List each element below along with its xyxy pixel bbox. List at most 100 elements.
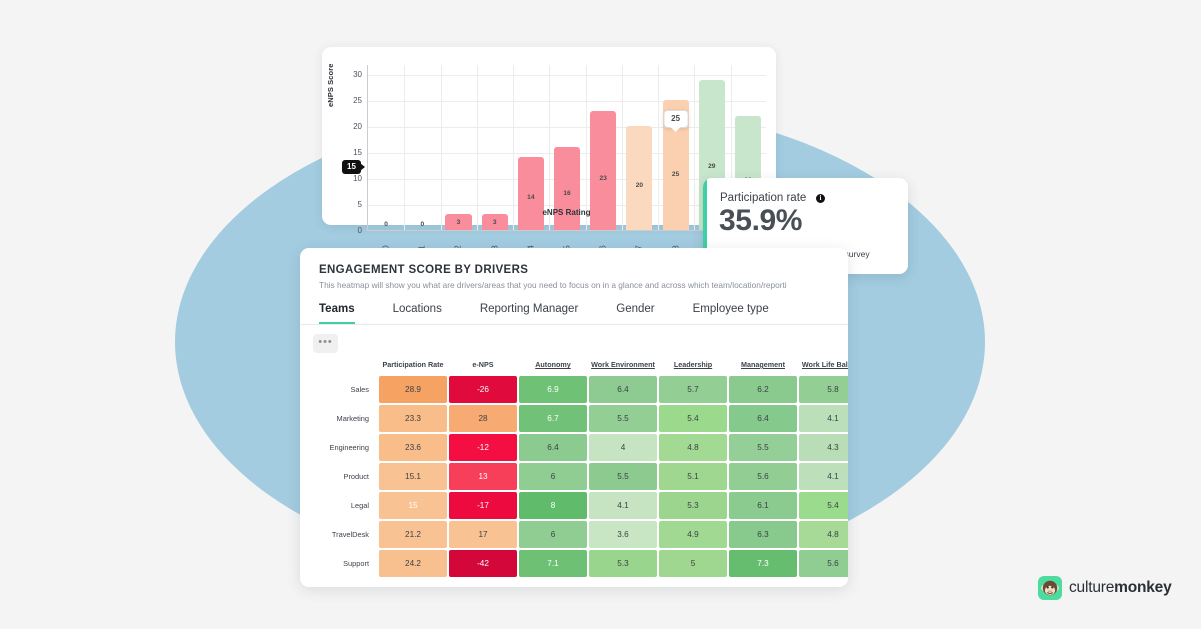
table-row: Legal 15 -17 8 4.1 5.3 6.1 5.4 [315,492,848,519]
heatmap-cell[interactable]: 4.1 [799,463,848,490]
heatmap-cell[interactable]: 5.5 [729,434,797,461]
heatmap-cell[interactable]: 13 [449,463,517,490]
heatmap-cell[interactable]: 4.9 [659,521,727,548]
column-header: Leadership [659,356,727,374]
heatmap-cell[interactable]: 4.8 [659,434,727,461]
heatmap-cell[interactable]: 28 [449,405,517,432]
participation-rate-value: 35.9% [719,204,803,237]
table-row: Support 24.2 -42 7.1 5.3 5 7.3 5.6 [315,550,848,577]
tab-teams[interactable]: Teams [319,303,355,324]
heatmap-cell[interactable]: 5.3 [659,492,727,519]
chart-bar-slot[interactable]: 207 [621,65,657,250]
table-row: Sales 28.9 -26 6.9 6.4 5.7 6.2 5.8 [315,376,848,403]
heatmap-cell[interactable]: 28.9 [379,376,447,403]
chart-bar-value-label: 0 [420,221,425,228]
culturemonkey-logo: culturemonkey [1038,576,1172,600]
heatmap-cell[interactable]: 5.3 [589,550,657,577]
heatmap-cell[interactable]: 24.2 [379,550,447,577]
tab-locations[interactable]: Locations [393,303,442,324]
engagement-heatmap-table: Participation Rate e-NPS Autonomy Work Envi… [313,354,848,579]
heatmap-cell[interactable]: 3.6 [589,521,657,548]
heatmap-cell[interactable]: 6.1 [729,492,797,519]
chart-y-axis-tooltip: 15 [342,160,361,174]
heatmap-cell[interactable]: -42 [449,550,517,577]
heatmap-cell[interactable]: 6.7 [519,405,587,432]
heatmap-cell[interactable]: 23.3 [379,405,447,432]
column-header: Management [729,356,797,374]
chart-y-axis-label: eNPS Score [326,63,335,107]
column-header-label: Participation Rate [382,360,444,369]
heatmap-cell[interactable]: 8 [519,492,587,519]
chart-bar-slot[interactable]: 33 [477,65,513,250]
column-header: Work Environment [589,356,657,374]
heatmap-cell[interactable]: 5.8 [799,376,848,403]
heatmap-cell[interactable]: 4.1 [589,492,657,519]
row-header-label: Product [343,472,369,481]
chart-bar[interactable] [554,147,581,230]
heatmap-cell[interactable]: 5.4 [799,492,848,519]
heatmap-cell[interactable]: -17 [449,492,517,519]
heatmap-description: This heatmap will show you what are driv… [319,280,787,290]
chart-bar-value-label: 14 [527,193,535,201]
heatmap-cell[interactable]: 5.5 [589,463,657,490]
heatmap-cell[interactable]: 21.2 [379,521,447,548]
heatmap-cell[interactable]: 6.9 [519,376,587,403]
heatmap-cell[interactable]: 5.1 [659,463,727,490]
chart-bar-slot[interactable]: 01 [404,65,440,250]
column-header-label: e-NPS [472,360,494,369]
heatmap-cell[interactable]: -12 [449,434,517,461]
heatmap-cell[interactable]: 5 [659,550,727,577]
heatmap-cell[interactable]: 6.4 [589,376,657,403]
column-header-label: Management [741,360,785,369]
row-header-label: Legal [350,501,369,510]
heatmap-cell[interactable]: 4.3 [799,434,848,461]
heatmap-cell[interactable]: 6 [519,463,587,490]
heatmap-cell[interactable]: 6.3 [729,521,797,548]
heatmap-cell[interactable]: 5.5 [589,405,657,432]
heatmap-cell[interactable]: 6.4 [729,405,797,432]
heatmap-cell[interactable]: 7.3 [729,550,797,577]
chart-bar-slot[interactable]: 25825 [658,65,694,250]
heatmap-cell[interactable]: 5.7 [659,376,727,403]
row-header-label: Engineering [329,443,369,452]
tab-reporting-manager[interactable]: Reporting Manager [480,303,578,324]
heatmap-cell[interactable]: 4.8 [799,521,848,548]
heatmap-cell[interactable]: 6.2 [729,376,797,403]
chart-y-tick: 20 [353,122,362,132]
heatmap-cell[interactable]: 5.6 [799,550,848,577]
heatmap-cell[interactable]: 17 [449,521,517,548]
chart-bar-value-label: 0 [384,221,388,228]
logo-wordmark: culturemonkey [1069,579,1172,597]
engagement-score-heatmap-card: ENGAGEMENT SCORE BY DRIVERS This heatmap… [300,248,848,587]
heatmap-cell[interactable]: 4.1 [799,405,848,432]
heatmap-cell[interactable]: 15 [379,492,447,519]
chart-y-tick: 15 [353,148,362,158]
info-icon[interactable]: i [816,194,825,203]
heatmap-cell[interactable]: 4 [589,434,657,461]
heatmap-cell[interactable]: -26 [449,376,517,403]
column-header: e-NPS [449,356,517,374]
chart-bar-value-label: 3 [456,219,461,227]
more-options-button[interactable]: ••• [313,334,338,353]
chart-bar-slot[interactable]: 00 [368,65,404,250]
heatmap-cell[interactable]: 6 [519,521,587,548]
chart-bar-slot[interactable]: 236 [585,65,621,250]
chart-bar-slot[interactable]: 144 [513,65,549,250]
column-header-label: Autonomy [535,360,571,369]
chart-bar-slot[interactable]: 32 [440,65,476,250]
tab-employee-type[interactable]: Employee type [693,303,769,324]
heatmap-cell[interactable]: 6.4 [519,434,587,461]
heatmap-cell[interactable]: 15.1 [379,463,447,490]
tab-gender[interactable]: Gender [616,303,654,324]
table-header-row: Participation Rate e-NPS Autonomy Work Envi… [315,356,848,374]
table-row: Product 15.1 13 6 5.5 5.1 5.6 4.1 [315,463,848,490]
heatmap-cell[interactable]: 5.4 [659,405,727,432]
heatmap-cell[interactable]: 23.6 [379,434,447,461]
heatmap-cell[interactable]: 7.1 [519,550,587,577]
logo-text-light: culture [1069,579,1115,596]
column-header-label: Work Environment [591,360,655,369]
heatmap-cell[interactable]: 5.6 [729,463,797,490]
chart-bar-slot[interactable]: 165 [549,65,585,250]
chart-bar-value-label: 25 [671,171,680,179]
table-row: Marketing 23.3 28 6.7 5.5 5.4 6.4 4.1 [315,405,848,432]
